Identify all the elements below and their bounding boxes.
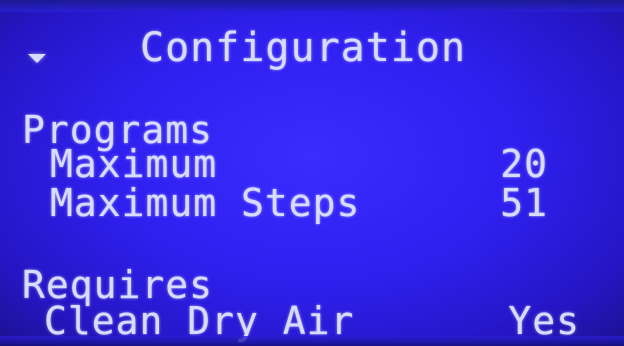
screen-top-edge: [0, 0, 624, 12]
page-title: Configuration: [140, 25, 467, 71]
screen-bottom-edge: [0, 336, 624, 346]
row-label-maximum-steps: Maximum Steps: [50, 181, 361, 225]
row-label-maximum: Maximum: [50, 142, 218, 186]
row-value-maximum-steps: 51: [500, 181, 548, 225]
row-value-maximum: 20: [500, 142, 548, 186]
row-label-clean-dry-air: Clean Dry Air: [44, 299, 355, 343]
down-arrow-icon[interactable]: [28, 54, 46, 63]
lcd-screen: Configuration Programs Maximum 20 Maximu…: [0, 0, 624, 346]
row-value-clean-dry-air: Yes: [508, 299, 580, 343]
